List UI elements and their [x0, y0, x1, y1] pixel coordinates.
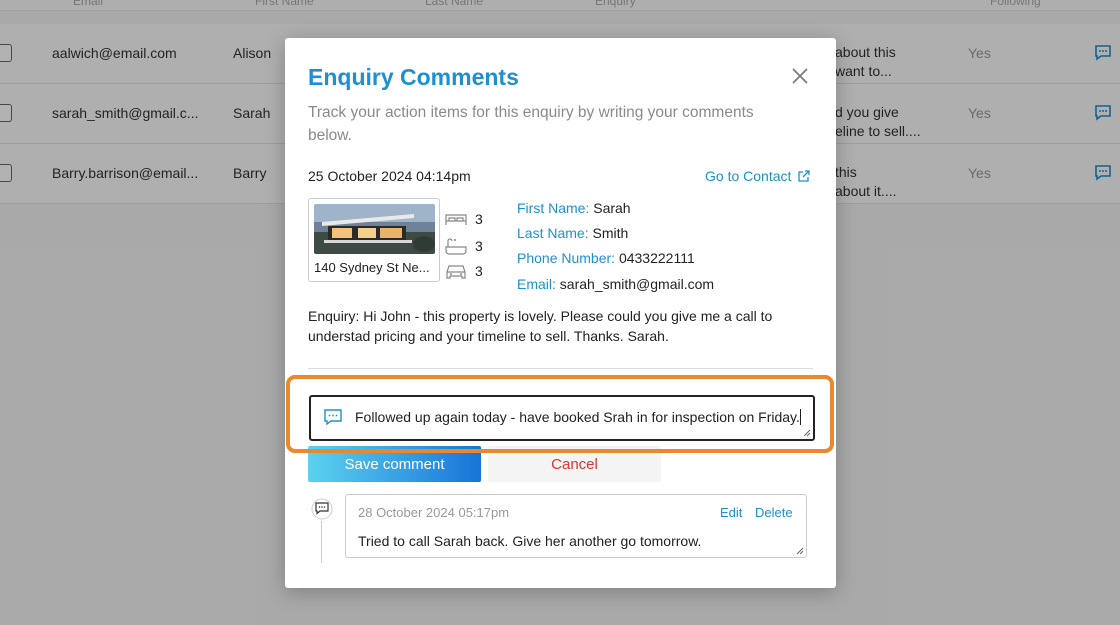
email-value: sarah_smith@gmail.com	[559, 276, 715, 292]
comment-input-value: Followed up again today - have booked Sr…	[355, 409, 800, 425]
property-card[interactable]: 140 Sydney St Ne...	[308, 198, 440, 282]
parking-feature: 3	[445, 263, 483, 279]
modal-title: Enquiry Comments	[308, 64, 519, 90]
close-icon[interactable]	[790, 66, 810, 86]
comment-thread-icon	[311, 498, 333, 520]
divider	[308, 368, 813, 369]
text-caret	[799, 409, 801, 425]
go-to-contact-label: Go to Contact	[705, 168, 792, 184]
enquiry-comments-modal: Enquiry Comments Track your action items…	[285, 38, 836, 588]
bathrooms-feature: 3	[445, 237, 483, 255]
contact-email: Email: sarah_smith@gmail.com	[517, 276, 714, 292]
thread-line	[321, 521, 322, 563]
bath-icon	[445, 238, 467, 255]
contact-phone: Phone Number: 0433222111	[517, 250, 695, 266]
phone-label: Phone Number:	[517, 250, 616, 266]
resize-handle-icon[interactable]	[803, 429, 811, 437]
contact-last-name: Last Name: Smith	[517, 225, 628, 241]
cancel-button[interactable]: Cancel	[488, 446, 661, 482]
bathrooms-count: 3	[475, 238, 483, 254]
comment-icon	[324, 409, 342, 426]
resize-handle-icon[interactable]	[796, 547, 804, 555]
comment-input[interactable]: Followed up again today - have booked Sr…	[309, 395, 815, 441]
external-link-icon	[798, 169, 811, 182]
save-comment-button[interactable]: Save comment	[308, 446, 481, 482]
comment-date: 28 October 2024 05:17pm	[358, 505, 510, 520]
contact-first-name: First Name: Sarah	[517, 200, 631, 216]
phone-value: 0433222111	[618, 250, 695, 266]
car-icon	[446, 265, 466, 279]
enquiry-date: 25 October 2024 04:14pm	[308, 168, 471, 184]
go-to-contact-link[interactable]: Go to Contact	[705, 168, 811, 184]
property-address: 140 Sydney St Ne...	[314, 260, 430, 275]
bedrooms-count: 3	[475, 211, 483, 227]
comment-item: 28 October 2024 05:17pm Edit Delete Trie…	[345, 494, 807, 558]
last-name-label: Last Name:	[517, 225, 589, 241]
modal-subtitle: Track your action items for this enquiry…	[308, 104, 754, 144]
comment-input-text: Followed up again today - have booked Sr…	[355, 409, 801, 425]
bed-icon	[445, 214, 467, 225]
bedrooms-feature: 3	[445, 211, 483, 227]
first-name-value: Sarah	[593, 200, 631, 216]
delete-comment-link[interactable]: Delete	[755, 505, 793, 520]
email-label: Email:	[517, 276, 556, 292]
parking-count: 3	[475, 263, 483, 279]
comment-text: Tried to call Sarah back. Give her anoth…	[358, 533, 702, 549]
property-image	[314, 204, 435, 254]
enquiry-text: Enquiry: Hi John - this property is love…	[308, 308, 773, 344]
last-name-value: Smith	[592, 225, 629, 241]
edit-comment-link[interactable]: Edit	[720, 505, 742, 520]
first-name-label: First Name:	[517, 200, 590, 216]
